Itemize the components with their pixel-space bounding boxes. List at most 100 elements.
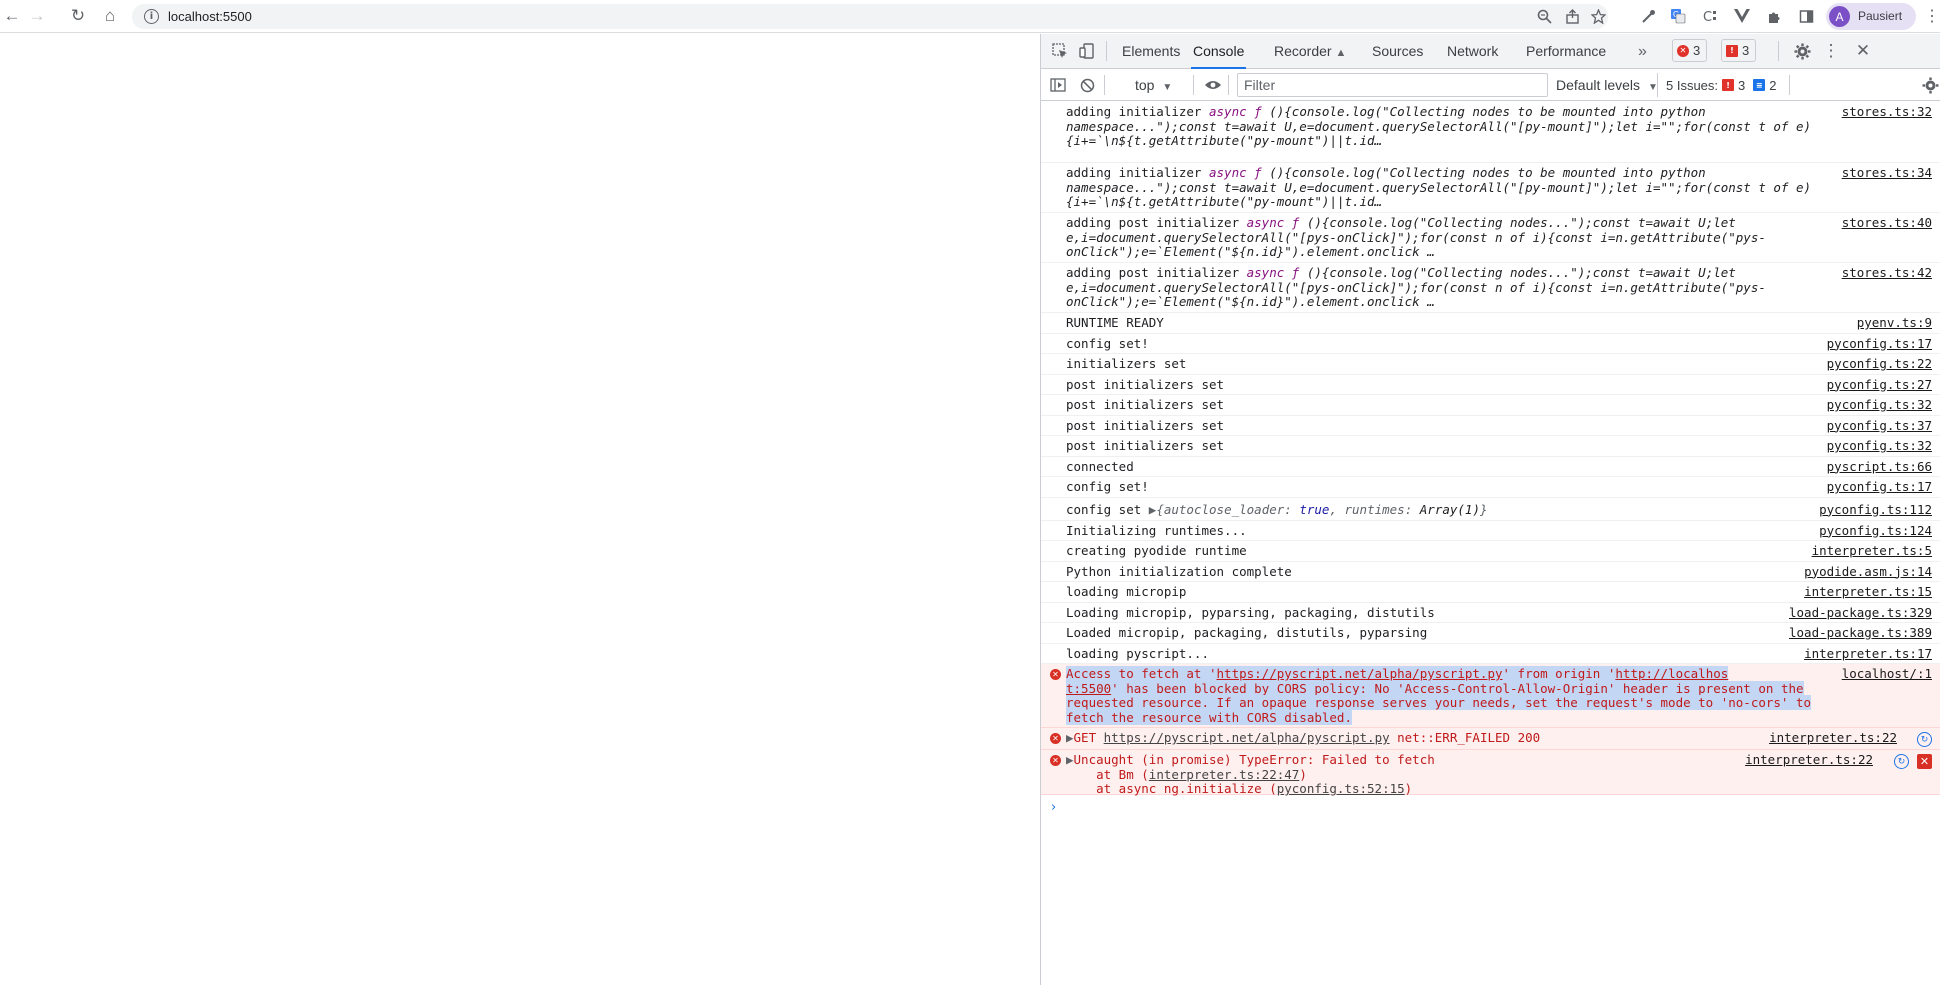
source-link[interactable]: pyconfig.ts:124: [1819, 524, 1932, 539]
source-link[interactable]: pyscript.ts:66: [1827, 460, 1932, 475]
issues-error-count: 3: [1738, 78, 1745, 93]
back-icon[interactable]: ←: [0, 4, 24, 28]
console-message[interactable]: loading micropipinterpreter.ts:15: [1041, 582, 1940, 603]
source-link[interactable]: pyconfig.ts:27: [1827, 378, 1932, 393]
tab-console[interactable]: Console: [1191, 34, 1246, 69]
bookmark-star-icon[interactable]: [1588, 6, 1608, 26]
console-message[interactable]: post initializers setpyconfig.ts:27: [1041, 375, 1940, 396]
issues-button[interactable]: 5 Issues: ! 3 ≡ 2: [1657, 73, 1781, 97]
vue-extension-icon[interactable]: [1730, 4, 1754, 28]
source-link[interactable]: interpreter.ts:15: [1804, 585, 1932, 600]
console-settings-gear-icon[interactable]: [1919, 74, 1940, 96]
source-link[interactable]: pyconfig.ts:32: [1827, 439, 1932, 454]
request-url-link[interactable]: https://pyscript.net/alpha/pyscript.py: [1104, 730, 1390, 745]
source-link[interactable]: pyconfig.ts:37: [1827, 419, 1932, 434]
source-link[interactable]: stores.ts:42: [1842, 266, 1932, 281]
console-message[interactable]: creating pyodide runtimeinterpreter.ts:5: [1041, 541, 1940, 562]
zoom-icon[interactable]: [1534, 6, 1554, 26]
console-message[interactable]: adding initializer async ƒ (){console.lo…: [1041, 102, 1940, 163]
console-message[interactable]: Loaded micropip, packaging, distutils, p…: [1041, 623, 1940, 644]
console-error-message[interactable]: ✕ ▶GET https://pyscript.net/alpha/pyscri…: [1041, 728, 1940, 750]
reload-icon[interactable]: ↻: [66, 4, 90, 28]
console-message[interactable]: adding initializer async ƒ (){console.lo…: [1041, 163, 1940, 213]
log-levels-selector[interactable]: Default levels ▼: [1556, 74, 1658, 96]
console-message[interactable]: config set ▶{autoclose_loader: true, run…: [1041, 498, 1940, 521]
url-text[interactable]: localhost:5500: [168, 9, 252, 24]
source-link[interactable]: pyconfig.ts:17: [1827, 480, 1932, 495]
console-message[interactable]: config set!pyconfig.ts:17: [1041, 477, 1940, 498]
console-message[interactable]: adding post initializer async ƒ (){conso…: [1041, 263, 1940, 313]
source-link[interactable]: stores.ts:40: [1842, 216, 1932, 231]
source-link[interactable]: load-package.ts:329: [1789, 606, 1932, 621]
error-counter[interactable]: ✕ 3: [1672, 39, 1707, 62]
profile-chip[interactable]: A Pausiert: [1826, 3, 1916, 30]
console-message[interactable]: Loading micropip, pyparsing, packaging, …: [1041, 603, 1940, 624]
source-link[interactable]: interpreter.ts:22: [1769, 731, 1897, 746]
source-link[interactable]: localhost/:1: [1842, 667, 1932, 682]
side-panel-icon[interactable]: [1794, 4, 1818, 28]
close-devtools-icon[interactable]: ✕: [1852, 40, 1874, 62]
expand-triangle-icon[interactable]: ▶: [1066, 752, 1074, 767]
network-request-icon[interactable]: ↻: [1894, 754, 1909, 769]
console-error-message[interactable]: ✕ ▶Uncaught (in promise) TypeError: Fail…: [1041, 750, 1940, 795]
device-toolbar-icon[interactable]: [1076, 40, 1098, 62]
console-message[interactable]: initializers setpyconfig.ts:22: [1041, 354, 1940, 375]
source-link[interactable]: stores.ts:34: [1842, 166, 1932, 181]
source-link[interactable]: pyenv.ts:9: [1857, 316, 1932, 331]
source-link[interactable]: interpreter.ts:5: [1812, 544, 1932, 559]
source-link[interactable]: load-package.ts:389: [1789, 626, 1932, 641]
console-message[interactable]: Initializing runtimes...pyconfig.ts:124: [1041, 521, 1940, 542]
more-tabs-icon[interactable]: »: [1638, 34, 1647, 69]
address-bar[interactable]: i localhost:5500: [132, 4, 1608, 29]
code-extension-icon[interactable]: C: [1699, 4, 1723, 28]
console-message[interactable]: post initializers setpyconfig.ts:32: [1041, 436, 1940, 457]
source-link[interactable]: pyconfig.ts:112: [1819, 503, 1932, 518]
source-link[interactable]: interpreter.ts:22: [1745, 753, 1873, 768]
settings-gear-icon[interactable]: [1791, 40, 1813, 62]
issue-counter[interactable]: ! 3: [1721, 39, 1756, 62]
console-filter-input[interactable]: [1237, 73, 1548, 97]
site-info-icon[interactable]: i: [144, 9, 159, 24]
source-link[interactable]: pyconfig.ts:32: [1827, 398, 1932, 413]
console-message[interactable]: loading pyscript...interpreter.ts:17: [1041, 644, 1940, 665]
home-icon[interactable]: ⌂: [98, 4, 122, 28]
inspect-element-icon[interactable]: [1049, 40, 1071, 62]
tab-recorder[interactable]: Recorder ▲: [1274, 34, 1346, 69]
eyedropper-extension-icon[interactable]: [1636, 4, 1660, 28]
console-message[interactable]: post initializers setpyconfig.ts:32: [1041, 395, 1940, 416]
console-message[interactable]: Python initialization completepyodide.as…: [1041, 562, 1940, 583]
console-message[interactable]: RUNTIME READYpyenv.ts:9: [1041, 313, 1940, 334]
expand-triangle-icon[interactable]: ▶: [1066, 730, 1074, 745]
console-sidebar-icon[interactable]: [1047, 74, 1069, 96]
live-expression-eye-icon[interactable]: [1202, 74, 1224, 96]
source-link[interactable]: interpreter.ts:17: [1804, 647, 1932, 662]
stack-link[interactable]: pyconfig.ts:52:15: [1277, 781, 1405, 796]
clear-console-icon[interactable]: [1076, 74, 1098, 96]
source-link[interactable]: pyconfig.ts:22: [1827, 357, 1932, 372]
tab-elements[interactable]: Elements: [1122, 34, 1180, 69]
source-link[interactable]: pyodide.asm.js:14: [1804, 565, 1932, 580]
origin-link[interactable]: http://localhos: [1615, 666, 1728, 681]
fetch-url-link[interactable]: https://pyscript.net/alpha/pyscript.py: [1217, 666, 1503, 681]
context-selector[interactable]: top ▼: [1131, 74, 1176, 96]
tab-performance[interactable]: Performance: [1526, 34, 1606, 69]
tab-network[interactable]: Network: [1447, 34, 1498, 69]
issue-x-icon[interactable]: ✕: [1917, 754, 1932, 769]
console-message[interactable]: post initializers setpyconfig.ts:37: [1041, 416, 1940, 437]
translate-extension-icon[interactable]: G: [1666, 4, 1690, 28]
console-prompt-icon[interactable]: ›: [1051, 800, 1056, 815]
tab-sources[interactable]: Sources: [1372, 34, 1423, 69]
console-error-message[interactable]: ✕ Access to fetch at 'https://pyscript.n…: [1041, 664, 1940, 728]
console-message[interactable]: connectedpyscript.ts:66: [1041, 457, 1940, 478]
console-message[interactable]: adding post initializer async ƒ (){conso…: [1041, 213, 1940, 263]
network-request-icon[interactable]: ↻: [1917, 732, 1932, 747]
devtools-menu-icon[interactable]: ⋮: [1820, 40, 1842, 62]
share-icon[interactable]: [1562, 6, 1582, 26]
console-message[interactable]: config set!pyconfig.ts:17: [1041, 334, 1940, 355]
forward-icon[interactable]: →: [25, 4, 49, 28]
browser-menu-icon[interactable]: ⋮: [1924, 4, 1940, 28]
source-link[interactable]: stores.ts:32: [1842, 105, 1932, 120]
stack-link[interactable]: interpreter.ts:22:47: [1149, 767, 1300, 782]
extensions-puzzle-icon[interactable]: [1762, 4, 1786, 28]
source-link[interactable]: pyconfig.ts:17: [1827, 337, 1932, 352]
